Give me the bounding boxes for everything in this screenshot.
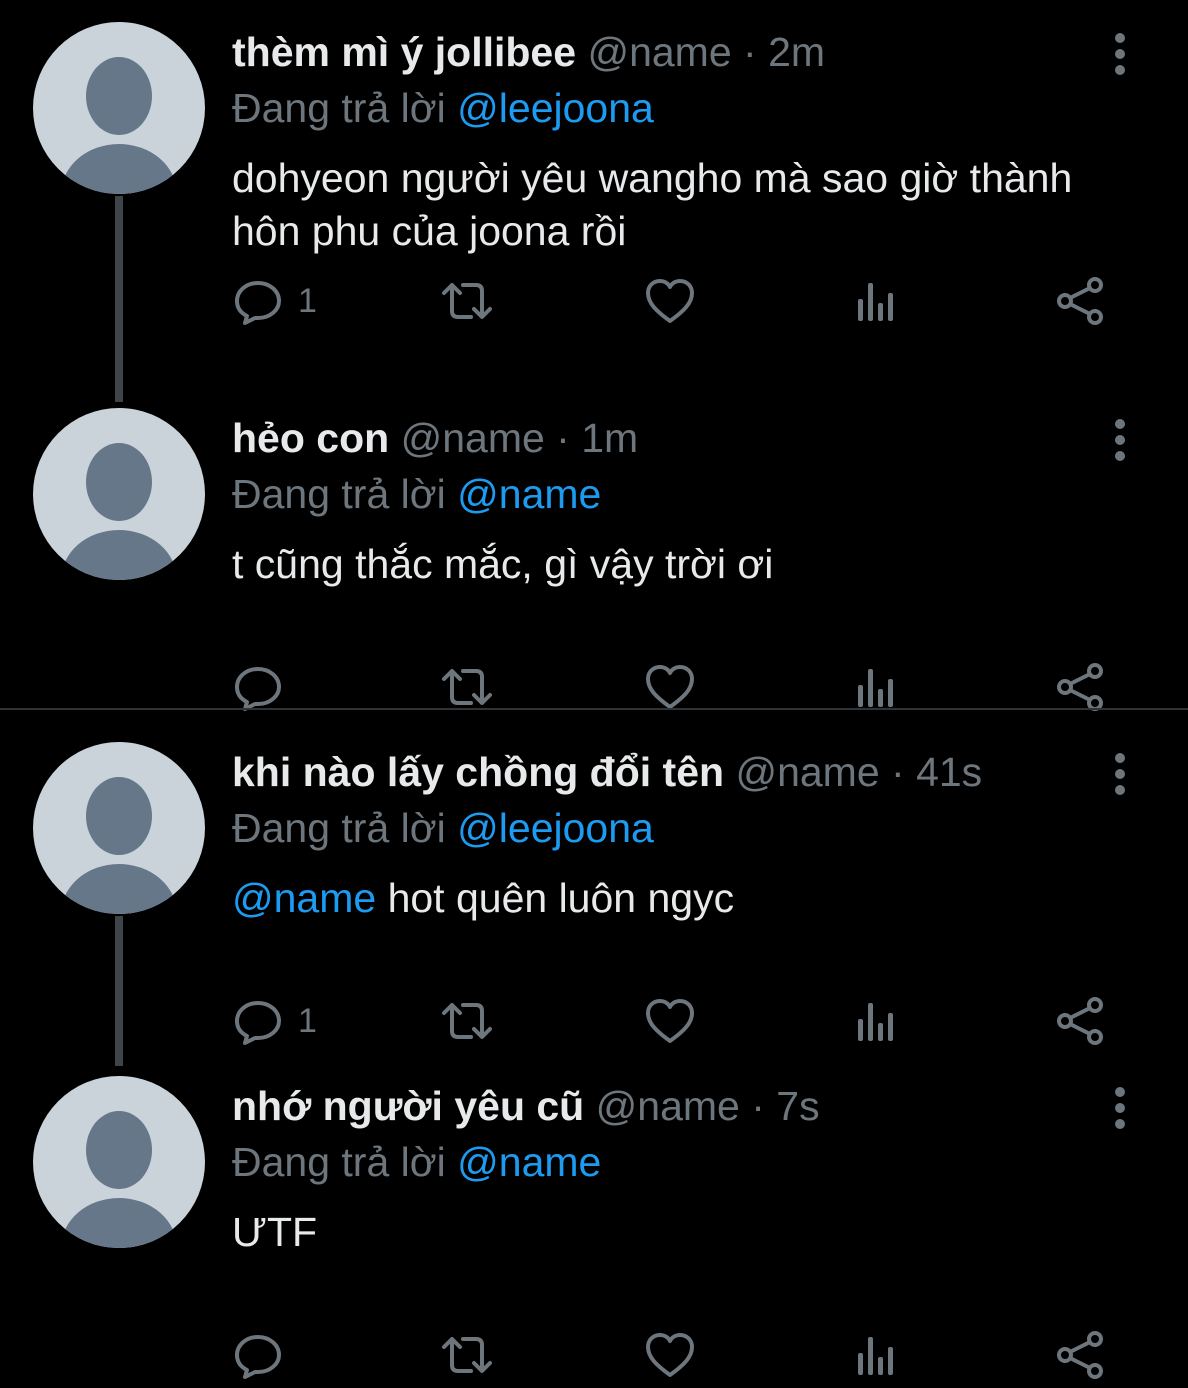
analytics-icon xyxy=(854,997,898,1045)
retweet-button[interactable] xyxy=(438,996,496,1046)
thread-divider xyxy=(0,708,1188,710)
reply-icon xyxy=(232,663,284,711)
replying-to-label: Đang trả lời xyxy=(232,805,446,851)
avatar[interactable] xyxy=(33,1076,205,1248)
tweet[interactable]: khi nào lấy chồng đổi tên @name · 41s Đa… xyxy=(0,720,1188,1066)
body-mention[interactable]: @name xyxy=(232,875,376,921)
like-icon xyxy=(644,1331,696,1379)
retweet-button[interactable] xyxy=(438,662,496,712)
reply-button[interactable]: 1 xyxy=(232,996,317,1046)
reply-button[interactable] xyxy=(232,662,298,712)
reply-icon xyxy=(232,997,284,1045)
share-button[interactable] xyxy=(1054,1330,1108,1380)
reply-button[interactable] xyxy=(232,1330,298,1380)
tweet-header: khi nào lấy chồng đổi tên @name · 41s xyxy=(232,749,983,795)
body-text: t cũng thắc mắc, gì vậy trời ơi xyxy=(232,541,774,587)
avatar[interactable] xyxy=(33,742,205,914)
tweet-text: @name hot quên luôn ngyc xyxy=(232,872,1092,925)
analytics-icon xyxy=(854,1331,898,1379)
reply-button[interactable]: 1 xyxy=(232,276,317,326)
avatar[interactable] xyxy=(33,22,205,194)
analytics-icon xyxy=(854,663,898,711)
tweet-header: thèm mì ý jollibee @name · 2m xyxy=(232,29,826,75)
analytics-icon xyxy=(854,277,898,325)
more-options-icon[interactable] xyxy=(1100,1084,1140,1132)
replying-to: Đang trả lời @name xyxy=(232,1138,601,1186)
share-icon xyxy=(1054,1330,1108,1380)
reply-icon xyxy=(232,277,284,325)
reply-to-mention[interactable]: @name xyxy=(457,471,601,517)
retweet-button[interactable] xyxy=(438,1330,496,1380)
like-button[interactable] xyxy=(644,996,696,1046)
reply-to-mention[interactable]: @leejoona xyxy=(457,805,654,851)
body-text: ƯTF xyxy=(232,1209,318,1255)
more-options-icon[interactable] xyxy=(1100,750,1140,798)
handle[interactable]: @name xyxy=(587,29,731,75)
replying-to-label: Đang trả lời xyxy=(232,85,446,131)
avatar[interactable] xyxy=(33,408,205,580)
display-name[interactable]: hẻo con xyxy=(232,415,389,461)
retweet-icon xyxy=(438,277,496,325)
replying-to: Đang trả lời @leejoona xyxy=(232,84,654,132)
retweet-icon xyxy=(438,1331,496,1379)
reply-to-mention[interactable]: @name xyxy=(457,1139,601,1185)
like-icon xyxy=(644,997,696,1045)
timestamp[interactable]: 2m xyxy=(768,29,825,75)
timestamp[interactable]: 1m xyxy=(581,415,638,461)
action-bar: 1 xyxy=(232,996,1122,1046)
like-button[interactable] xyxy=(644,662,696,712)
tweet-text: dohyeon người yêu wangho mà sao giờ thàn… xyxy=(232,152,1092,258)
reply-count: 1 xyxy=(298,281,317,320)
replying-to: Đang trả lời @name xyxy=(232,470,601,518)
tweet[interactable]: thèm mì ý jollibee @name · 2m Đang trả l… xyxy=(0,0,1188,402)
reply-icon xyxy=(232,1331,284,1379)
display-name[interactable]: thèm mì ý jollibee xyxy=(232,29,576,75)
replying-to-label: Đang trả lời xyxy=(232,1139,446,1185)
reply-to-mention[interactable]: @leejoona xyxy=(457,85,654,131)
handle[interactable]: @name xyxy=(735,749,879,795)
analytics-button[interactable] xyxy=(854,1330,898,1380)
more-options-icon[interactable] xyxy=(1100,416,1140,464)
thread-line xyxy=(115,196,123,402)
share-button[interactable] xyxy=(1054,996,1108,1046)
analytics-button[interactable] xyxy=(854,662,898,712)
handle[interactable]: @name xyxy=(596,1083,740,1129)
retweet-icon xyxy=(438,997,496,1045)
retweet-button[interactable] xyxy=(438,276,496,326)
share-button[interactable] xyxy=(1054,662,1108,712)
like-button[interactable] xyxy=(644,1330,696,1380)
body-text: dohyeon người yêu wangho mà sao giờ thàn… xyxy=(232,155,1073,254)
tweet-header: nhớ người yêu cũ @name · 7s xyxy=(232,1083,820,1129)
timestamp[interactable]: 7s xyxy=(776,1083,819,1129)
tweet-text: t cũng thắc mắc, gì vậy trời ơi xyxy=(232,538,1092,591)
timestamp[interactable]: 41s xyxy=(916,749,982,795)
display-name[interactable]: khi nào lấy chồng đổi tên xyxy=(232,749,724,795)
action-bar xyxy=(232,662,1122,712)
tweet[interactable]: nhớ người yêu cũ @name · 7s Đang trả lời… xyxy=(0,1054,1188,1388)
replying-to: Đang trả lời @leejoona xyxy=(232,804,654,852)
action-bar: 1 xyxy=(232,276,1122,326)
analytics-button[interactable] xyxy=(854,276,898,326)
thread-line xyxy=(115,916,123,1066)
display-name[interactable]: nhớ người yêu cũ xyxy=(232,1083,584,1129)
tweet[interactable]: hẻo con @name · 1m Đang trả lời @name t … xyxy=(0,386,1188,720)
like-icon xyxy=(644,663,696,711)
share-icon xyxy=(1054,996,1108,1046)
share-button[interactable] xyxy=(1054,276,1108,326)
reply-count: 1 xyxy=(298,1001,317,1040)
share-icon xyxy=(1054,662,1108,712)
more-options-icon[interactable] xyxy=(1100,30,1140,78)
like-icon xyxy=(644,277,696,325)
like-button[interactable] xyxy=(644,276,696,326)
tweet-header: hẻo con @name · 1m xyxy=(232,415,639,461)
body-text: hot quên luôn ngyc xyxy=(376,875,735,921)
handle[interactable]: @name xyxy=(401,415,545,461)
analytics-button[interactable] xyxy=(854,996,898,1046)
action-bar xyxy=(232,1330,1122,1380)
tweet-text: ƯTF xyxy=(232,1206,1092,1259)
share-icon xyxy=(1054,276,1108,326)
replying-to-label: Đang trả lời xyxy=(232,471,446,517)
retweet-icon xyxy=(438,663,496,711)
